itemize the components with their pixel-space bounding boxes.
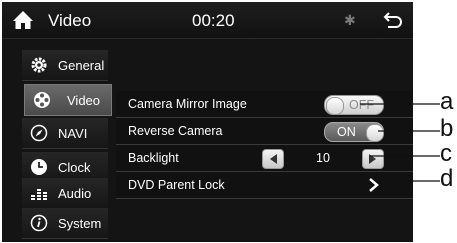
- figure: Video 00:20 ✱ General Video NAVI Clock A…: [0, 0, 457, 243]
- callout-d: d: [440, 165, 454, 192]
- callout-b: b: [440, 115, 454, 142]
- callout-c: c: [440, 140, 452, 167]
- callout-lines: [360, 103, 440, 182]
- callout-a: a: [440, 88, 454, 115]
